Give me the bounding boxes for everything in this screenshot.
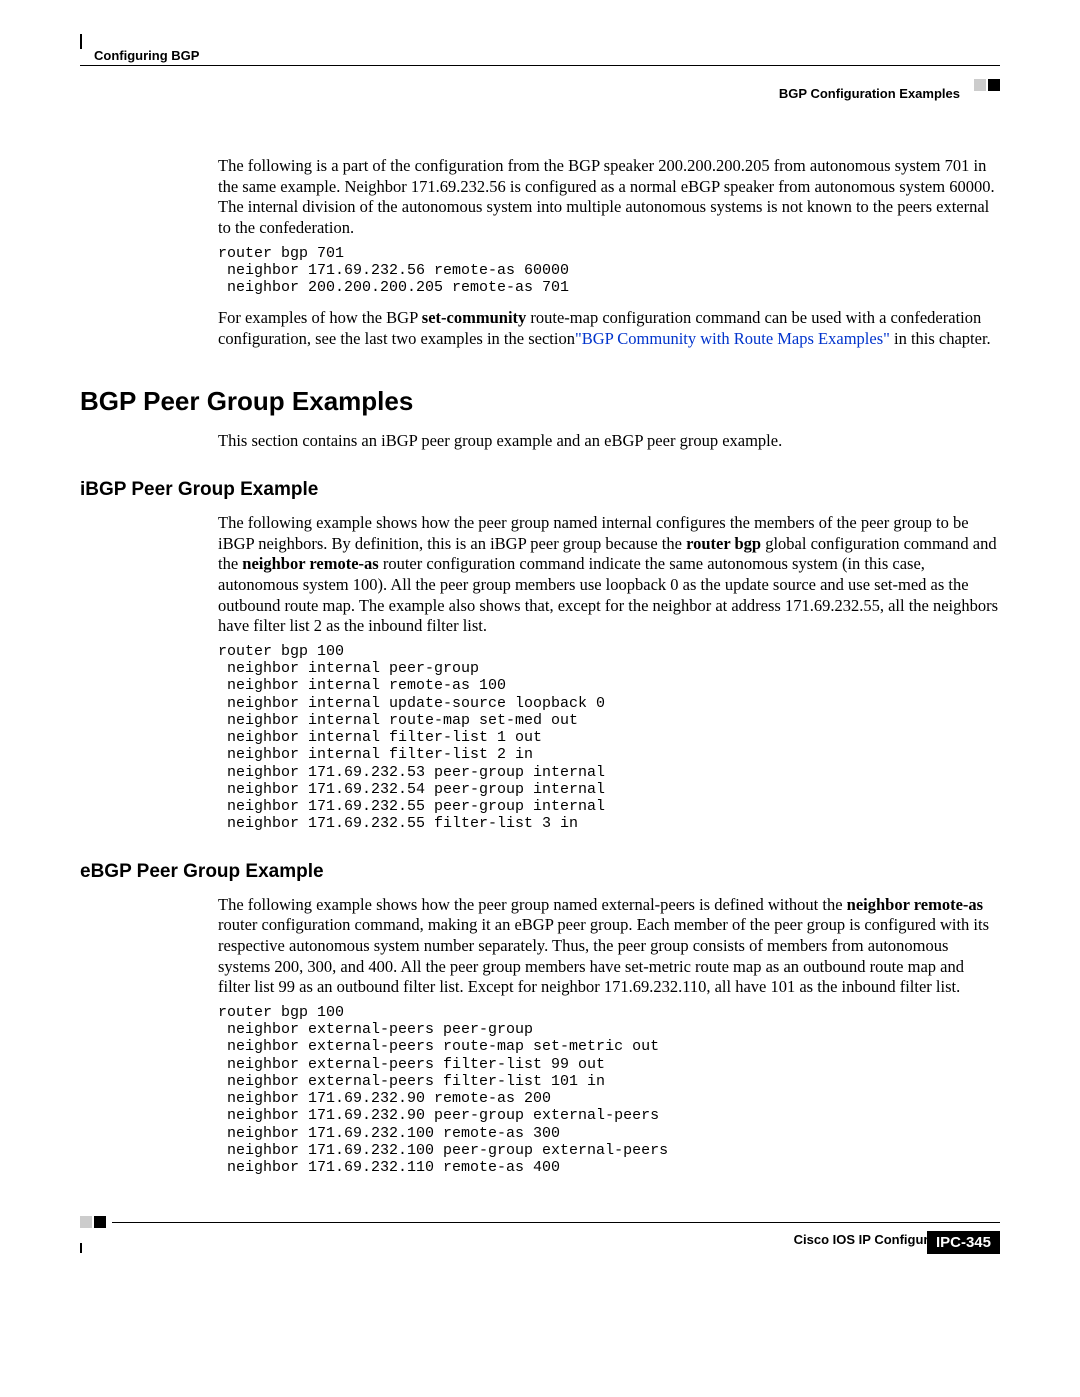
intro-paragraph-2: For examples of how the BGP set-communit… (218, 308, 1000, 349)
code-block-ibgp: router bgp 100 neighbor internal peer-gr… (218, 643, 1000, 833)
text-fragment: For examples of how the BGP (218, 308, 422, 327)
bold-term: neighbor remote-as (242, 554, 378, 573)
top-crop-mark (80, 34, 82, 49)
header-section: BGP Configuration Examples (80, 86, 960, 101)
header-chapter: Configuring BGP (94, 48, 1000, 63)
text-fragment: The following example shows how the peer… (218, 895, 847, 914)
footer-doc-title: Cisco IOS IP Configuration Guide (80, 1232, 1000, 1247)
header-marker-icon (988, 79, 1000, 91)
main-content: The following is a part of the configura… (218, 156, 1000, 1176)
ebgp-paragraph: The following example shows how the peer… (218, 895, 1000, 998)
bottom-crop-mark (80, 1243, 82, 1253)
footer-rule (112, 1222, 1000, 1223)
header-rule (80, 65, 1000, 66)
text-fragment: router configuration command, making it … (218, 915, 989, 996)
heading-ebgp-example: eBGP Peer Group Example (80, 861, 1000, 883)
cross-reference-link[interactable]: "BGP Community with Route Maps Examples" (575, 329, 890, 348)
page-number: IPC-345 (927, 1231, 1000, 1254)
code-block-confederation: router bgp 701 neighbor 171.69.232.56 re… (218, 245, 1000, 297)
text-fragment: in this chapter. (890, 329, 991, 348)
intro-paragraph-1: The following is a part of the configura… (218, 156, 1000, 239)
heading-bgp-peer-group-examples: BGP Peer Group Examples (80, 386, 1000, 417)
header-marker-icon (974, 79, 986, 91)
ibgp-paragraph: The following example shows how the peer… (218, 513, 1000, 637)
bold-term: neighbor remote-as (847, 895, 983, 914)
footer: Cisco IOS IP Configuration Guide IPC-345 (80, 1216, 1000, 1258)
bold-term: router bgp (686, 534, 761, 553)
code-block-ebgp: router bgp 100 neighbor external-peers p… (218, 1004, 1000, 1177)
footer-marker-icon (94, 1216, 106, 1228)
bold-term: set-community (422, 308, 526, 327)
heading-ibgp-example: iBGP Peer Group Example (80, 479, 1000, 501)
section-intro: This section contains an iBGP peer group… (218, 431, 1000, 452)
footer-marker-icon (80, 1216, 92, 1228)
